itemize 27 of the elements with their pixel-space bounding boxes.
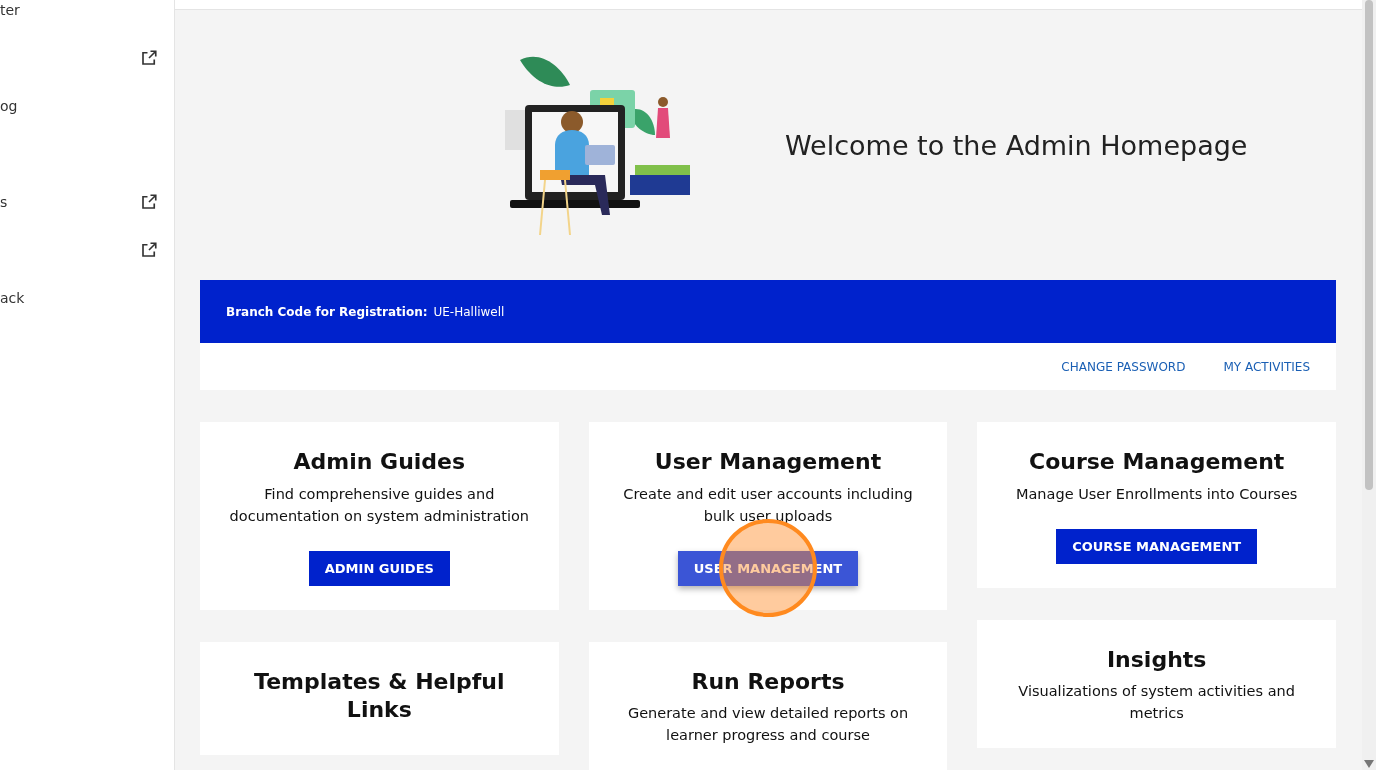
card-title: User Management bbox=[654, 448, 882, 476]
scrollbar[interactable] bbox=[1362, 0, 1376, 770]
header-link[interactable]: CHANGE PASSWORD bbox=[1061, 359, 1186, 374]
card-button[interactable]: ADMIN GUIDES bbox=[308, 550, 450, 586]
external-link-icon[interactable] bbox=[140, 193, 158, 211]
card-title: Insights bbox=[1106, 645, 1207, 674]
scrollbar-thumb[interactable] bbox=[1365, 0, 1373, 490]
branch-code-value: UE-Halliwell bbox=[433, 304, 505, 319]
card-button[interactable]: COURSE MANAGEMENT bbox=[1056, 528, 1258, 564]
sidebar-item[interactable]: ack bbox=[0, 290, 25, 306]
scroll-down-icon[interactable] bbox=[1364, 760, 1374, 768]
header-link[interactable]: MY ACTIVITIES bbox=[1223, 359, 1310, 374]
external-link-icon[interactable] bbox=[140, 241, 158, 259]
card-description: Visualizations of system activities and metrics bbox=[1017, 682, 1296, 724]
sidebar-item[interactable]: og bbox=[0, 98, 18, 114]
card-title: Run Reports bbox=[691, 667, 845, 696]
card-description: Manage User Enrollments into Courses bbox=[1015, 484, 1298, 504]
branch-code-label: Branch Code for Registration: bbox=[226, 304, 428, 319]
page-title: Welcome to the Admin Homepage bbox=[785, 129, 1248, 161]
card-title: Templates & Helpful Links bbox=[253, 667, 506, 725]
card-title: Course Management bbox=[1029, 448, 1285, 476]
sidebar-item[interactable]: s bbox=[0, 194, 8, 210]
card-title: Admin Guides bbox=[293, 448, 466, 476]
card-description: Generate and view detailed reports on learner progress and course bbox=[626, 704, 910, 746]
sidebar-item[interactable]: ter bbox=[0, 2, 20, 18]
external-link-icon[interactable] bbox=[140, 49, 158, 67]
card-description: Find comprehensive guides and documentation on system administration bbox=[228, 484, 531, 526]
